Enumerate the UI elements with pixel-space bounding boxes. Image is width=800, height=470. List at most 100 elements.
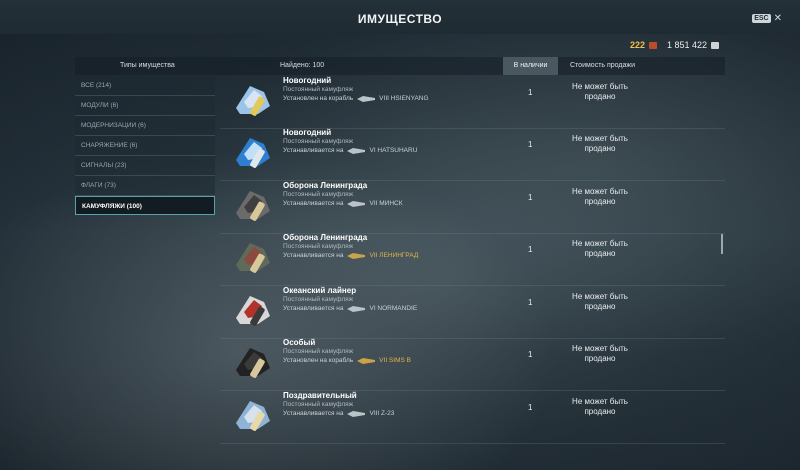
sidebar-item-label: СНАРЯЖЕНИЕ (6) xyxy=(81,142,138,149)
ship-silhouette xyxy=(357,357,376,364)
item-quantity: 1 xyxy=(528,193,533,202)
category-sidebar: ВСЕ (214) МОДУЛИ (6) МОДЕРНИЗАЦИИ (6) СН… xyxy=(75,76,215,215)
ship-flag-icon xyxy=(347,200,366,207)
sidebar-item-signals[interactable]: СИГНАЛЫ (23) xyxy=(75,156,215,176)
doubloon-icon xyxy=(649,41,658,49)
ship-silhouette xyxy=(357,95,376,102)
item-type: Постоянный камуфляж xyxy=(283,138,354,145)
list-item[interactable]: Поздравительный Постоянный камуфляж Уста… xyxy=(220,391,725,444)
item-install-info: Установлен на корабль VII SIMS B xyxy=(283,357,411,364)
ship-silhouette xyxy=(347,305,366,312)
header-in-stock-sort[interactable]: В наличии xyxy=(503,57,558,75)
ship-silhouette xyxy=(347,147,366,154)
item-quantity: 1 xyxy=(528,245,533,254)
item-install-info: Устанавливается на VII МИНСК xyxy=(283,200,403,207)
item-quantity: 1 xyxy=(528,88,533,97)
item-sell-price: Не может быть продано xyxy=(572,187,628,206)
item-name: Новогодний xyxy=(283,128,332,137)
camouflage-icon xyxy=(236,401,270,431)
sidebar-item-camouflages[interactable]: КАМУФЛЯЖИ (100) xyxy=(75,196,215,215)
item-install-info: Устанавливается на VI NORMANDIE xyxy=(283,305,417,312)
ship-name[interactable]: VI NORMANDIE xyxy=(369,305,417,312)
item-name: Оборона Ленинграда xyxy=(283,233,368,242)
sidebar-item-consumables[interactable]: СНАРЯЖЕНИЕ (6) xyxy=(75,136,215,156)
ship-silhouette xyxy=(347,410,366,417)
install-label: Устанавливается на xyxy=(283,410,344,417)
install-label: Устанавливается на xyxy=(283,252,344,259)
ship-flag-icon xyxy=(357,95,376,102)
close-icon: ✕ xyxy=(773,13,782,24)
item-quantity: 1 xyxy=(528,140,533,149)
title-bar: ИМУЩЕСТВО ESC ✕ xyxy=(0,0,800,34)
item-type: Постоянный камуфляж xyxy=(283,191,354,198)
table-header: Типы имущества Найдено: 100 В наличии Ст… xyxy=(75,57,725,75)
sidebar-item-label: ФЛАГИ (73) xyxy=(81,182,116,189)
list-scrollbar[interactable] xyxy=(721,234,723,254)
list-item[interactable]: Новогодний Постоянный камуфляж Устанавли… xyxy=(220,128,725,181)
camouflage-icon xyxy=(236,243,270,273)
ship-name[interactable]: VIII Z-23 xyxy=(369,410,394,417)
item-sell-price: Не может быть продано xyxy=(572,292,628,311)
close-button[interactable]: ESC ✕ xyxy=(752,13,782,24)
doubloons-amount: 222 xyxy=(630,40,646,50)
ship-flag-icon xyxy=(347,305,366,312)
ship-silhouette xyxy=(347,252,366,259)
sidebar-item-modules[interactable]: МОДУЛИ (6) xyxy=(75,96,215,116)
item-type: Постоянный камуфляж xyxy=(283,348,354,355)
item-quantity: 1 xyxy=(528,350,533,359)
item-install-info: Устанавливается на VIII Z-23 xyxy=(283,410,394,417)
credits-icon xyxy=(711,41,720,49)
camouflage-icon xyxy=(236,296,270,326)
install-label: Установлен на корабль xyxy=(283,357,354,364)
ship-name[interactable]: VII ЛЕНИНГРАД xyxy=(369,252,418,259)
item-quantity: 1 xyxy=(528,403,533,412)
item-sell-price: Не может быть продано xyxy=(572,397,628,416)
camouflage-icon xyxy=(236,191,270,221)
ship-name[interactable]: VII МИНСК xyxy=(369,200,402,207)
sidebar-item-label: КАМУФЛЯЖИ (100) xyxy=(82,203,142,210)
ship-name[interactable]: VI HATSUHARU xyxy=(369,147,417,154)
item-name: Океанский лайнер xyxy=(283,286,357,295)
sidebar-item-upgrades[interactable]: МОДЕРНИЗАЦИИ (6) xyxy=(75,116,215,136)
list-item[interactable]: Новогодний Постоянный камуфляж Установле… xyxy=(220,76,725,129)
ship-flag-icon xyxy=(347,252,366,259)
sidebar-item-label: МОДУЛИ (6) xyxy=(81,102,119,109)
camouflage-icon xyxy=(236,138,270,168)
list-item[interactable]: Особый Постоянный камуфляж Установлен на… xyxy=(220,338,725,391)
ship-name[interactable]: VII SIMS B xyxy=(379,357,411,364)
window-title: ИМУЩЕСТВО xyxy=(357,12,443,26)
sidebar-item-all[interactable]: ВСЕ (214) xyxy=(75,76,215,96)
ship-flag-icon xyxy=(347,410,366,417)
item-sell-price: Не может быть продано xyxy=(572,344,628,363)
list-item[interactable]: Океанский лайнер Постоянный камуфляж Уст… xyxy=(220,286,725,339)
item-sell-price: Не может быть продано xyxy=(572,134,628,153)
camouflage-icon xyxy=(236,86,270,116)
camouflage-list: Новогодний Постоянный камуфляж Установле… xyxy=(220,76,725,470)
item-sell-price: Не может быть продано xyxy=(572,82,628,101)
doubloons-balance: 222 xyxy=(630,40,667,50)
ship-flag-icon xyxy=(357,357,376,364)
camouflage-icon xyxy=(236,348,270,378)
sidebar-item-label: МОДЕРНИЗАЦИИ (6) xyxy=(81,122,146,129)
credits-balance: 1 851 422 xyxy=(667,40,720,50)
header-found-count: Найдено: 100 xyxy=(280,62,325,69)
item-quantity: 1 xyxy=(528,298,533,307)
ship-flag-icon xyxy=(347,147,366,154)
list-item[interactable]: Оборона Ленинграда Постоянный камуфляж У… xyxy=(220,233,725,286)
sidebar-item-flags[interactable]: ФЛАГИ (73) xyxy=(75,176,215,196)
install-label: Установлен на корабль xyxy=(283,95,354,102)
item-type: Постоянный камуфляж xyxy=(283,401,354,408)
list-item[interactable]: Оборона Ленинграда Постоянный камуфляж У… xyxy=(220,181,725,234)
item-name: Особый xyxy=(283,338,316,347)
esc-key-icon: ESC xyxy=(752,14,771,23)
header-sell-price[interactable]: Стоимость продажи xyxy=(570,62,635,69)
install-label: Устанавливается на xyxy=(283,147,344,154)
item-install-info: Устанавливается на VII ЛЕНИНГРАД xyxy=(283,252,418,259)
item-name: Оборона Ленинграда xyxy=(283,181,368,190)
item-name: Поздравительный xyxy=(283,391,357,400)
item-type: Постоянный камуфляж xyxy=(283,296,354,303)
ship-silhouette xyxy=(347,200,366,207)
ship-name[interactable]: VIII HSIENYANG xyxy=(379,95,428,102)
credits-amount: 1 851 422 xyxy=(667,40,708,50)
header-in-stock-label: В наличии xyxy=(513,62,548,69)
